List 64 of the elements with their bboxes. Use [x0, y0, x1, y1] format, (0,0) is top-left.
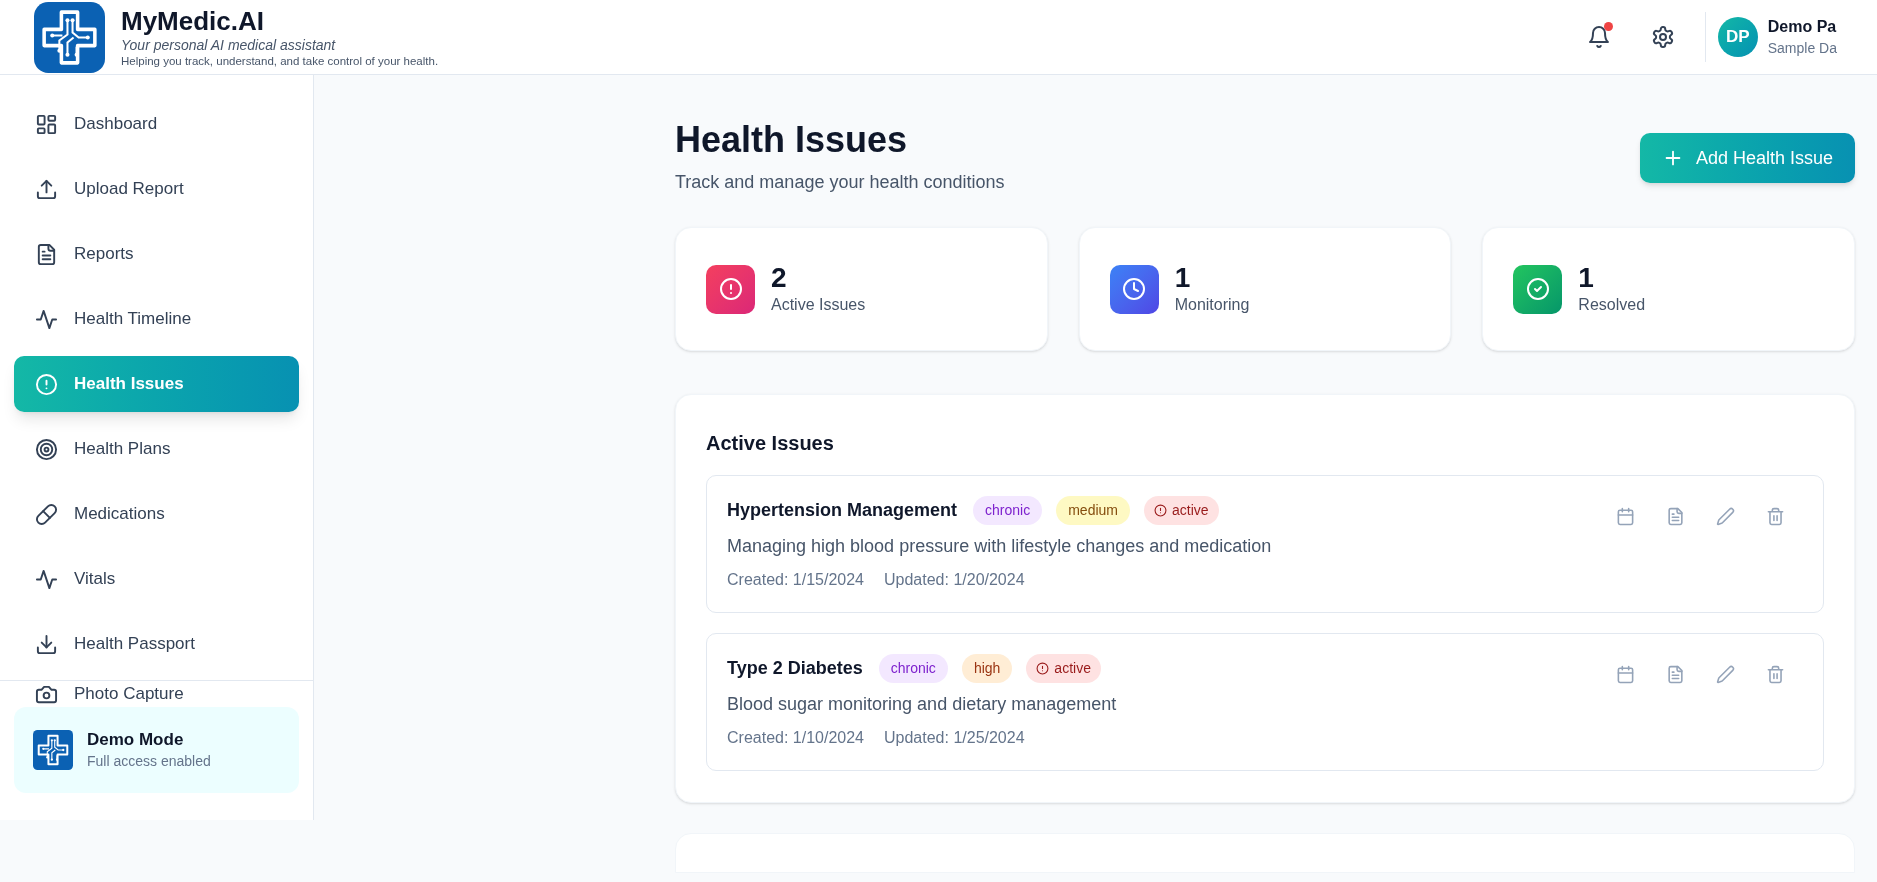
issue-title: Hypertension Management	[727, 499, 958, 522]
calendar-icon	[1615, 506, 1635, 526]
updated-date: Updated: 1/20/2024	[884, 570, 1025, 590]
grid-icon	[35, 112, 58, 136]
sidebar-item[interactable]: Health Timeline	[14, 291, 299, 347]
alert-icon	[1154, 504, 1167, 517]
logo-icon	[33, 730, 73, 770]
page-title: Health Issues	[675, 118, 909, 162]
status-tag: active	[1144, 496, 1219, 525]
app-description: Helping you track, understand, and take control of your health.	[121, 53, 439, 69]
sidebar-item[interactable]: Photo Capture	[35, 682, 184, 706]
app-tagline: Your personal AI medical assistant	[121, 35, 337, 54]
type-tag: chronic	[973, 496, 1043, 525]
document-icon	[1665, 506, 1685, 526]
demo-mode-title: Demo Mode	[87, 729, 185, 751]
sidebar-item[interactable]: Dashboard	[14, 96, 299, 152]
sidebar-item[interactable]: Upload Report	[14, 161, 299, 217]
sidebar-item[interactable]: Health Passport	[14, 616, 299, 672]
alert-icon	[718, 277, 743, 301]
document-icon	[1665, 664, 1685, 684]
stat-label: Resolved	[1578, 295, 1646, 315]
alert-icon	[1036, 662, 1050, 675]
issue-title: Type 2 Diabetes	[727, 657, 863, 680]
stat-value: 2	[771, 262, 788, 294]
user-name: Demo Pa	[1767, 17, 1837, 37]
severity-tag: high	[961, 654, 1013, 683]
trash-icon	[1765, 664, 1785, 684]
section-title: Active Issues	[706, 431, 835, 456]
created-date: Created: 1/10/2024	[727, 728, 864, 748]
pill-icon	[35, 502, 58, 526]
sidebar-item[interactable]: Reports	[14, 226, 299, 282]
calendar-icon	[1615, 664, 1635, 684]
user-subtitle: Sample Da	[1767, 39, 1837, 58]
stat-label: Monitoring	[1174, 295, 1250, 315]
pencil-icon	[1715, 506, 1735, 526]
issue-description: Managing high blood pressure with lifestyle changes and medication	[727, 535, 1272, 558]
upload-icon	[35, 177, 58, 201]
issue-description: Blood sugar monitoring and dietary management	[727, 693, 1117, 716]
target-icon	[35, 437, 58, 461]
type-tag: chronic	[878, 654, 948, 683]
pulse-icon	[35, 307, 58, 331]
check-circle-icon	[1525, 277, 1550, 301]
page-subtitle: Track and manage your health conditions	[675, 171, 1005, 194]
stat-value: 1	[1174, 262, 1192, 294]
clock-icon	[1122, 277, 1147, 301]
alert-icon	[35, 372, 58, 396]
stat-label: Active Issues	[771, 295, 866, 315]
download-icon	[35, 632, 58, 656]
settings-icon	[1650, 25, 1675, 49]
sidebar-item[interactable]: Vitals	[14, 551, 299, 607]
sidebar-item[interactable]: Medications	[14, 486, 299, 542]
demo-mode-subtitle: Full access enabled	[87, 752, 211, 771]
created-date: Created: 1/15/2024	[727, 570, 864, 590]
pencil-icon	[1715, 664, 1735, 684]
severity-tag: medium	[1056, 496, 1130, 525]
updated-date: Updated: 1/25/2024	[884, 728, 1025, 748]
app-title: MyMedic.AI	[121, 5, 266, 36]
sidebar-item[interactable]: Health Plans	[14, 421, 299, 477]
pulse-icon	[35, 567, 58, 591]
bell-icon	[1586, 25, 1611, 49]
trash-icon	[1765, 506, 1785, 526]
status-tag: active	[1026, 654, 1101, 683]
stat-value: 1	[1578, 262, 1595, 294]
document-icon	[35, 242, 58, 266]
